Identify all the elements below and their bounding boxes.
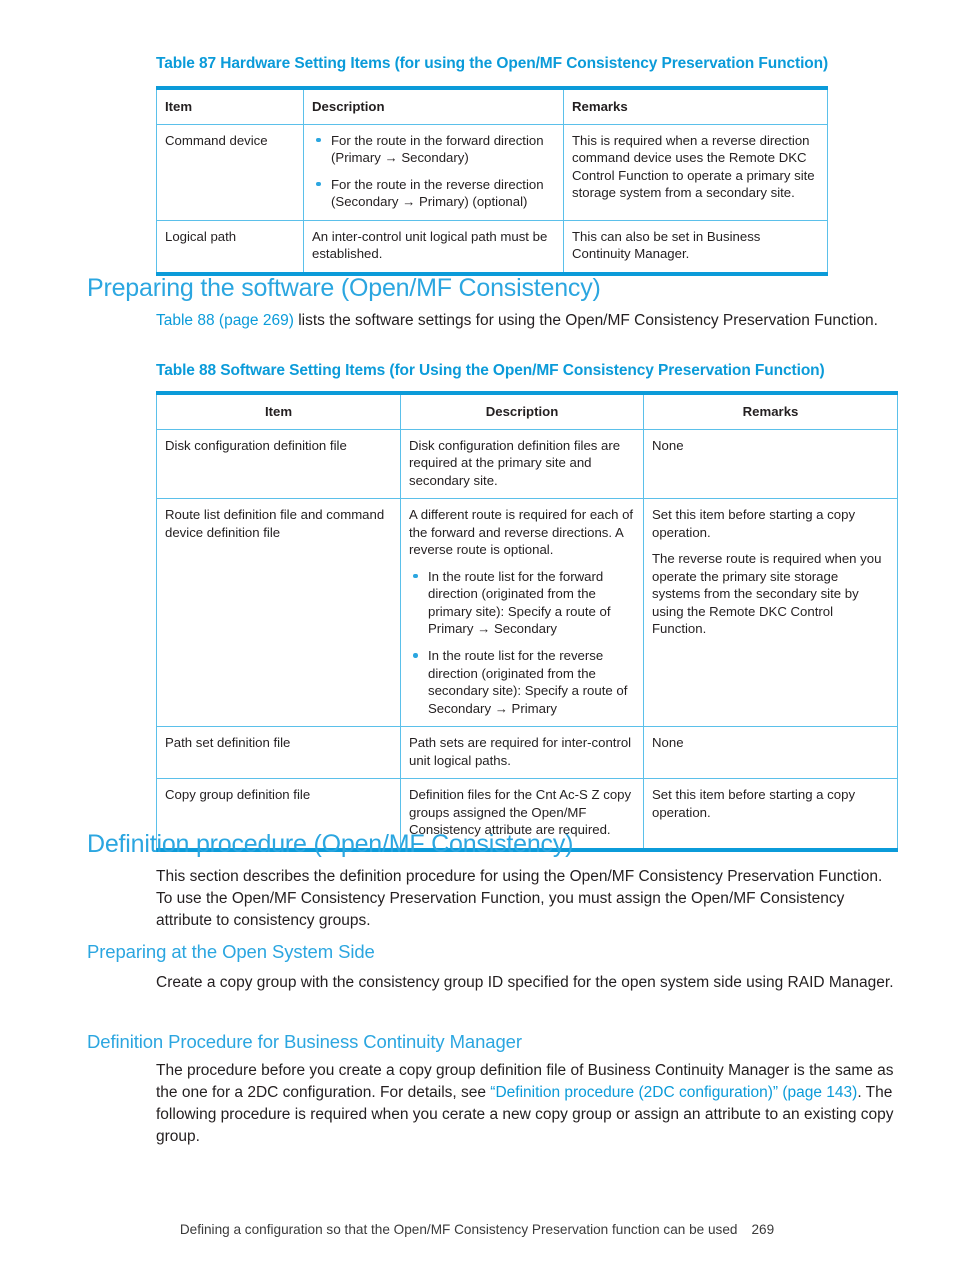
cell-item: Disk configuration definition file bbox=[156, 429, 401, 500]
remarks-paragraph: Set this item before starting a copy ope… bbox=[652, 507, 856, 540]
document-page: Table 87 Hardware Setting Items (for usi… bbox=[0, 0, 954, 1271]
column-header-item: Item bbox=[156, 88, 304, 125]
cell-item: Path set definition file bbox=[156, 726, 401, 780]
cell-description: A different route is required for each o… bbox=[400, 498, 644, 728]
column-header-remarks: Remarks bbox=[563, 88, 828, 125]
cell-remarks: This is required when a reverse directio… bbox=[563, 124, 828, 221]
cell-remarks: None bbox=[643, 429, 898, 500]
table-header-row: Item Description Remarks bbox=[156, 393, 898, 430]
table-row: Logical path An inter-control unit logic… bbox=[156, 220, 828, 274]
paragraph-table-88-reference: Table 88 (page 269) lists the software s… bbox=[156, 310, 896, 332]
table-header-row: Item Description Remarks bbox=[156, 88, 828, 125]
table-87-head: Item Description Remarks bbox=[156, 88, 828, 125]
link-definition-procedure-2dc[interactable]: “Definition procedure (2DC configuration… bbox=[490, 1084, 857, 1101]
column-header-description: Description bbox=[303, 88, 564, 125]
cell-remarks: Set this item before starting a copy ope… bbox=[643, 498, 898, 728]
heading-definition-procedure: Definition procedure (Open/MF Consistenc… bbox=[87, 830, 574, 858]
cell-item: Logical path bbox=[156, 220, 304, 274]
page-footer: Defining a configuration so that the Ope… bbox=[0, 1222, 954, 1237]
cell-description: Path sets are required for inter-control… bbox=[400, 726, 644, 780]
remarks-paragraph: The reverse route is required when you o… bbox=[652, 551, 882, 637]
footer-text: Defining a configuration so that the Ope… bbox=[179, 1222, 738, 1237]
list-item: In the route list for the reverse direct… bbox=[409, 647, 635, 717]
list-item: For the route in the reverse direction (… bbox=[312, 176, 555, 211]
table-88-body: Disk configuration definition file Disk … bbox=[156, 429, 898, 850]
column-header-item: Item bbox=[156, 393, 401, 430]
list-item: For the route in the forward direction (… bbox=[312, 132, 555, 167]
description-bullet-list: In the route list for the forward direct… bbox=[409, 568, 635, 717]
table-row: Disk configuration definition file Disk … bbox=[156, 429, 898, 500]
table-88-head: Item Description Remarks bbox=[156, 393, 898, 430]
description-bullet-list: For the route in the forward direction (… bbox=[312, 132, 555, 211]
column-header-description: Description bbox=[400, 393, 644, 430]
cell-item: Route list definition file and command d… bbox=[156, 498, 401, 728]
cell-description: Disk configuration definition files are … bbox=[400, 429, 644, 500]
link-table-88[interactable]: Table 88 (page 269) bbox=[156, 312, 294, 329]
paragraph-definition-procedure: This section describes the definition pr… bbox=[156, 868, 883, 929]
cell-item: Command device bbox=[156, 124, 304, 221]
table-row: Route list definition file and command d… bbox=[156, 498, 898, 728]
table-row: Path set definition file Path sets are r… bbox=[156, 726, 898, 780]
paragraph-definition-procedure-for-bcm: The procedure before you create a copy g… bbox=[156, 1060, 901, 1148]
cell-remarks: This can also be set in Business Continu… bbox=[563, 220, 828, 274]
page-number: 269 bbox=[751, 1222, 775, 1237]
paragraph-text: lists the software settings for using th… bbox=[293, 312, 878, 329]
cell-description: An inter-control unit logical path must … bbox=[303, 220, 564, 274]
table-87-body: Command device For the route in the forw… bbox=[156, 124, 828, 274]
heading-preparing-the-software: Preparing the software (Open/MF Consiste… bbox=[87, 274, 601, 302]
cell-remarks: None bbox=[643, 726, 898, 780]
heading-preparing-at-open-system-side: Preparing at the Open System Side bbox=[87, 941, 375, 962]
cell-description: For the route in the forward direction (… bbox=[303, 124, 564, 221]
table-88-caption: Table 88 Software Setting Items (for Usi… bbox=[156, 362, 825, 379]
description-lead-text: A different route is required for each o… bbox=[409, 507, 634, 558]
table-88-software-setting-items: Item Description Remarks Disk configurat… bbox=[156, 391, 898, 852]
list-item: In the route list for the forward direct… bbox=[409, 568, 635, 638]
cell-remarks: Set this item before starting a copy ope… bbox=[643, 778, 898, 850]
table-87-hardware-setting-items: Item Description Remarks Command device … bbox=[156, 86, 828, 276]
paragraph-preparing-at-open-system-side: Create a copy group with the consistency… bbox=[156, 974, 894, 991]
table-row: Command device For the route in the forw… bbox=[156, 124, 828, 221]
table-87-caption: Table 87 Hardware Setting Items (for usi… bbox=[156, 55, 829, 72]
heading-definition-procedure-for-bcm: Definition Procedure for Business Contin… bbox=[87, 1031, 522, 1052]
column-header-remarks: Remarks bbox=[643, 393, 898, 430]
